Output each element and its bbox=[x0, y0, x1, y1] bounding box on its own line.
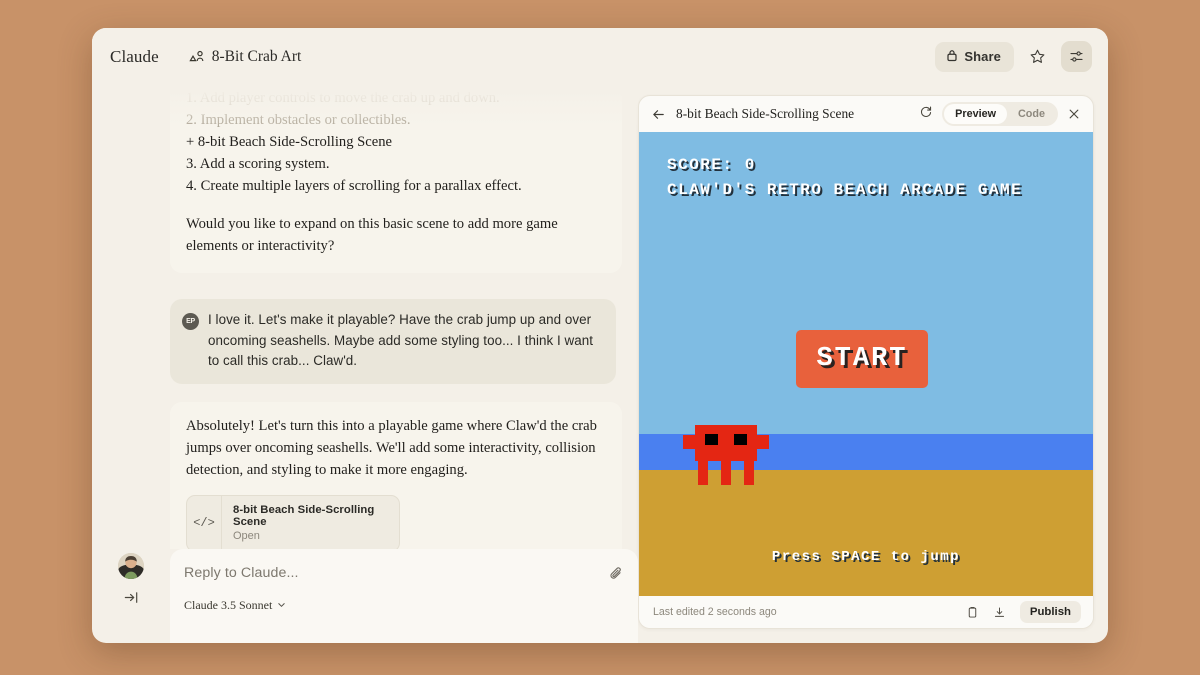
assistant-previous-body: 1. Add player controls to move the crab … bbox=[186, 87, 606, 257]
model-name: Claude 3.5 Sonnet bbox=[184, 598, 273, 612]
star-icon[interactable] bbox=[1022, 41, 1053, 72]
artifact-column: 8-bit Beach Side-Scrolling Scene Preview bbox=[638, 85, 1094, 643]
claude-app-window: Claude 8-Bit Crab Art Share 1. Add playe… bbox=[92, 28, 1108, 643]
collapse-sidebar-icon[interactable] bbox=[123, 589, 140, 611]
refresh-icon[interactable] bbox=[919, 105, 933, 124]
tab-preview[interactable]: Preview bbox=[944, 104, 1007, 124]
chevron-down-icon bbox=[277, 598, 286, 613]
list-item: 3. Add a scoring system. bbox=[186, 156, 330, 172]
artifact-card-title: 8-bit Beach Side-Scrolling Scene bbox=[233, 503, 375, 528]
project-shapes-icon bbox=[189, 49, 205, 65]
assistant-previous-paragraph: Would you like to expand on this basic s… bbox=[186, 216, 558, 254]
model-selector[interactable]: Claude 3.5 Sonnet bbox=[184, 598, 624, 613]
user-message: EP I love it. Let's make it playable? Ha… bbox=[170, 299, 616, 384]
user-avatar[interactable] bbox=[118, 553, 144, 579]
arrow-left-icon[interactable] bbox=[651, 107, 666, 122]
artifact-header-actions: Preview Code bbox=[919, 102, 1081, 126]
game-preview-canvas[interactable]: SCORE: 0 CLAW'D'S RETRO BEACH ARCADE GAM… bbox=[639, 132, 1093, 596]
reply-input[interactable]: Reply to Claude... bbox=[184, 565, 624, 581]
share-label: Share bbox=[964, 49, 1001, 64]
artifact-footer-actions: Publish bbox=[966, 601, 1081, 623]
clipboard-icon[interactable] bbox=[966, 606, 979, 619]
download-icon[interactable] bbox=[993, 606, 1006, 619]
list-item: 2. Implement obstacles or collectibles. bbox=[186, 112, 411, 128]
list-item: 1. Add player controls to move the crab … bbox=[186, 90, 500, 106]
artifact-card-open-label: Open bbox=[233, 529, 260, 542]
project-breadcrumb[interactable]: 8-Bit Crab Art bbox=[189, 47, 302, 66]
conversation-scroll[interactable]: 1. Add player controls to move the crab … bbox=[92, 85, 638, 549]
project-name: 8-Bit Crab Art bbox=[211, 47, 302, 65]
crab-sprite bbox=[683, 425, 769, 487]
close-icon[interactable] bbox=[1067, 107, 1081, 121]
user-avatar-initials: EP bbox=[182, 313, 199, 330]
desktop-background: Claude 8-Bit Crab Art Share 1. Add playe… bbox=[0, 0, 1200, 675]
assistant-message-text: Absolutely! Let's turn this into a playa… bbox=[186, 417, 597, 478]
publish-button[interactable]: Publish bbox=[1019, 601, 1081, 623]
artifact-panel: 8-bit Beach Side-Scrolling Scene Preview bbox=[638, 95, 1094, 629]
game-title-text: CLAW'D'S RETRO BEACH ARCADE GAME bbox=[667, 181, 1023, 199]
start-button[interactable]: START bbox=[796, 330, 928, 388]
composer-left-rail bbox=[92, 549, 170, 611]
artifact-card[interactable]: </> 8-bit Beach Side-Scrolling Scene Ope… bbox=[186, 494, 400, 550]
score-display: SCORE: 0 bbox=[667, 156, 756, 174]
sand-band bbox=[639, 470, 1093, 596]
lock-icon bbox=[946, 49, 958, 65]
composer[interactable]: Reply to Claude... Claude 3.5 Sonnet bbox=[170, 549, 638, 643]
composer-row: Reply to Claude... Claude 3.5 Sonnet bbox=[92, 549, 638, 643]
assistant-message: Absolutely! Let's turn this into a playa… bbox=[170, 401, 622, 550]
user-message-text: I love it. Let's make it playable? Have … bbox=[208, 312, 594, 368]
code-brackets-icon: </> bbox=[187, 495, 222, 549]
assistant-message-previous: 1. Add player controls to move the crab … bbox=[170, 85, 622, 273]
list-item: 4. Create multiple layers of scrolling f… bbox=[186, 178, 522, 194]
artifact-header: 8-bit Beach Side-Scrolling Scene Preview bbox=[639, 96, 1093, 132]
preview-code-toggle[interactable]: Preview Code bbox=[942, 102, 1058, 126]
tab-code[interactable]: Code bbox=[1007, 104, 1056, 124]
top-bar-actions: Share bbox=[935, 41, 1092, 72]
start-button-label: START bbox=[816, 344, 908, 374]
conversation-column: 1. Add player controls to move the crab … bbox=[92, 85, 638, 643]
artifact-card-body: 8-bit Beach Side-Scrolling Scene Open bbox=[222, 496, 399, 550]
main-area: 1. Add player controls to move the crab … bbox=[92, 85, 1108, 643]
list-item: + 8-bit Beach Side-Scrolling Scene bbox=[186, 134, 393, 150]
sliders-icon[interactable] bbox=[1061, 41, 1092, 72]
app-brand-claude[interactable]: Claude bbox=[110, 47, 159, 67]
share-button[interactable]: Share bbox=[935, 41, 1014, 72]
artifact-title: 8-bit Beach Side-Scrolling Scene bbox=[676, 106, 855, 121]
game-hint-text: Press SPACE to jump bbox=[771, 549, 961, 565]
last-edited-label: Last edited 2 seconds ago bbox=[653, 606, 777, 618]
artifact-footer: Last edited 2 seconds ago Publish bbox=[639, 596, 1093, 628]
top-bar: Claude 8-Bit Crab Art Share bbox=[92, 28, 1108, 85]
paperclip-icon[interactable] bbox=[604, 561, 628, 585]
